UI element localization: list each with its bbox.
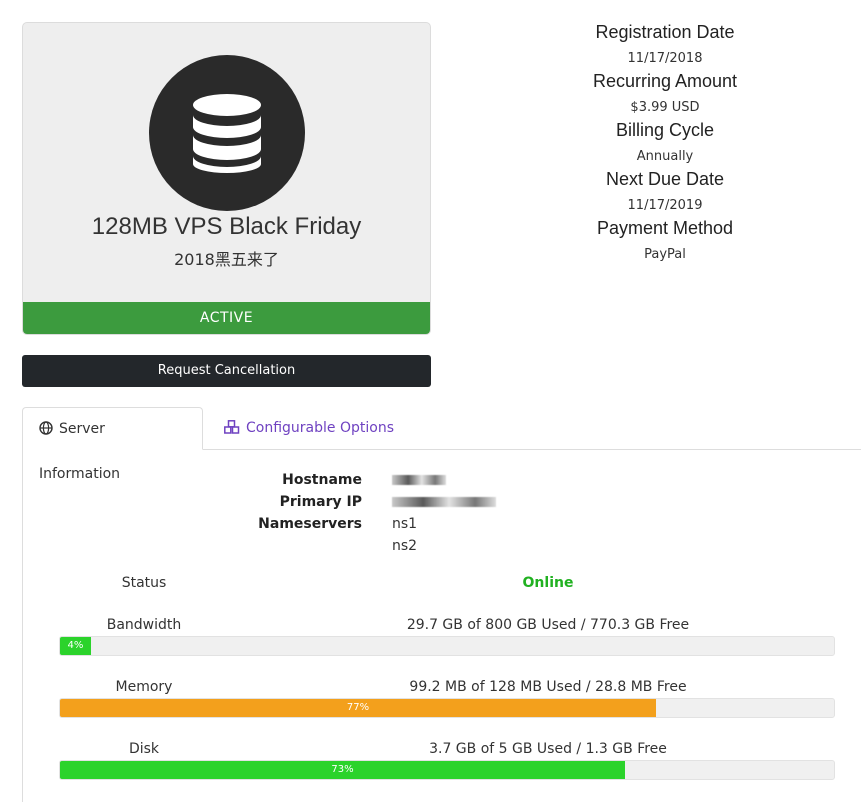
disk-label: Disk	[128, 741, 160, 757]
next-due-date-label: Next Due Date	[605, 169, 725, 189]
redacted-ip	[392, 497, 496, 507]
product-group: 2018黑五来了	[174, 250, 279, 269]
registration-date-value: 11/17/2018	[627, 51, 703, 66]
payment-method-label: Payment Method	[596, 218, 734, 238]
hostname-label: Hostname	[282, 472, 362, 488]
globe-icon	[39, 410, 53, 453]
product-card: 128MB VPS Black Friday 2018黑五来了 ACTIVE	[22, 22, 431, 335]
product-icon-badge	[149, 55, 305, 211]
memory-summary: 99.2 MB of 128 MB Used / 28.8 MB Free	[409, 679, 687, 695]
server-information-panel: Hostname Primary IP Nameservers ns1 ns2 …	[22, 449, 861, 802]
bandwidth-progress-fill: 4%	[60, 637, 91, 655]
disk-progress: 73%	[59, 760, 835, 780]
tab-server-information[interactable]: Server Information	[22, 407, 203, 482]
memory-label: Memory	[115, 679, 173, 695]
request-cancellation-button[interactable]: Request Cancellation	[22, 355, 431, 387]
primary-ip-value	[392, 494, 496, 510]
status-badge: ACTIVE	[23, 302, 430, 334]
billing-info: Registration Date 11/17/2018 Recurring A…	[470, 20, 860, 265]
payment-method-value: PayPal	[644, 247, 686, 262]
bandwidth-summary: 29.7 GB of 800 GB Used / 770.3 GB Free	[406, 617, 690, 633]
billing-cycle-value: Annually	[636, 149, 694, 164]
recurring-amount-value: $3.99 USD	[630, 100, 700, 115]
database-icon	[193, 94, 261, 173]
bandwidth-label: Bandwidth	[106, 617, 182, 633]
tab-configurable-options[interactable]: Configurable Options	[208, 407, 410, 450]
cubes-icon	[224, 409, 240, 452]
tab-bar: Server Information Configurable Options	[22, 407, 861, 482]
memory-progress: 77%	[59, 698, 835, 718]
memory-progress-fill: 77%	[60, 699, 656, 717]
next-due-date-value: 11/17/2019	[627, 198, 703, 213]
tab-configurable-options-label: Configurable Options	[246, 420, 394, 436]
primary-ip-label: Primary IP	[279, 494, 362, 510]
status-label: Status	[121, 575, 167, 591]
status-value: Online	[522, 575, 574, 591]
recurring-amount-label: Recurring Amount	[592, 71, 738, 91]
nameservers-label: Nameservers	[258, 516, 362, 532]
bandwidth-progress: 4%	[59, 636, 835, 656]
redacted-hostname	[392, 475, 446, 485]
nameserver-1: ns1	[392, 516, 418, 532]
nameserver-2: ns2	[392, 538, 418, 554]
hostname-value	[392, 472, 446, 488]
registration-date-label: Registration Date	[595, 22, 735, 42]
disk-progress-fill: 73%	[60, 761, 626, 779]
product-name: 128MB VPS Black Friday	[91, 213, 362, 240]
billing-cycle-label: Billing Cycle	[615, 120, 715, 140]
disk-summary: 3.7 GB of 5 GB Used / 1.3 GB Free	[429, 741, 667, 757]
